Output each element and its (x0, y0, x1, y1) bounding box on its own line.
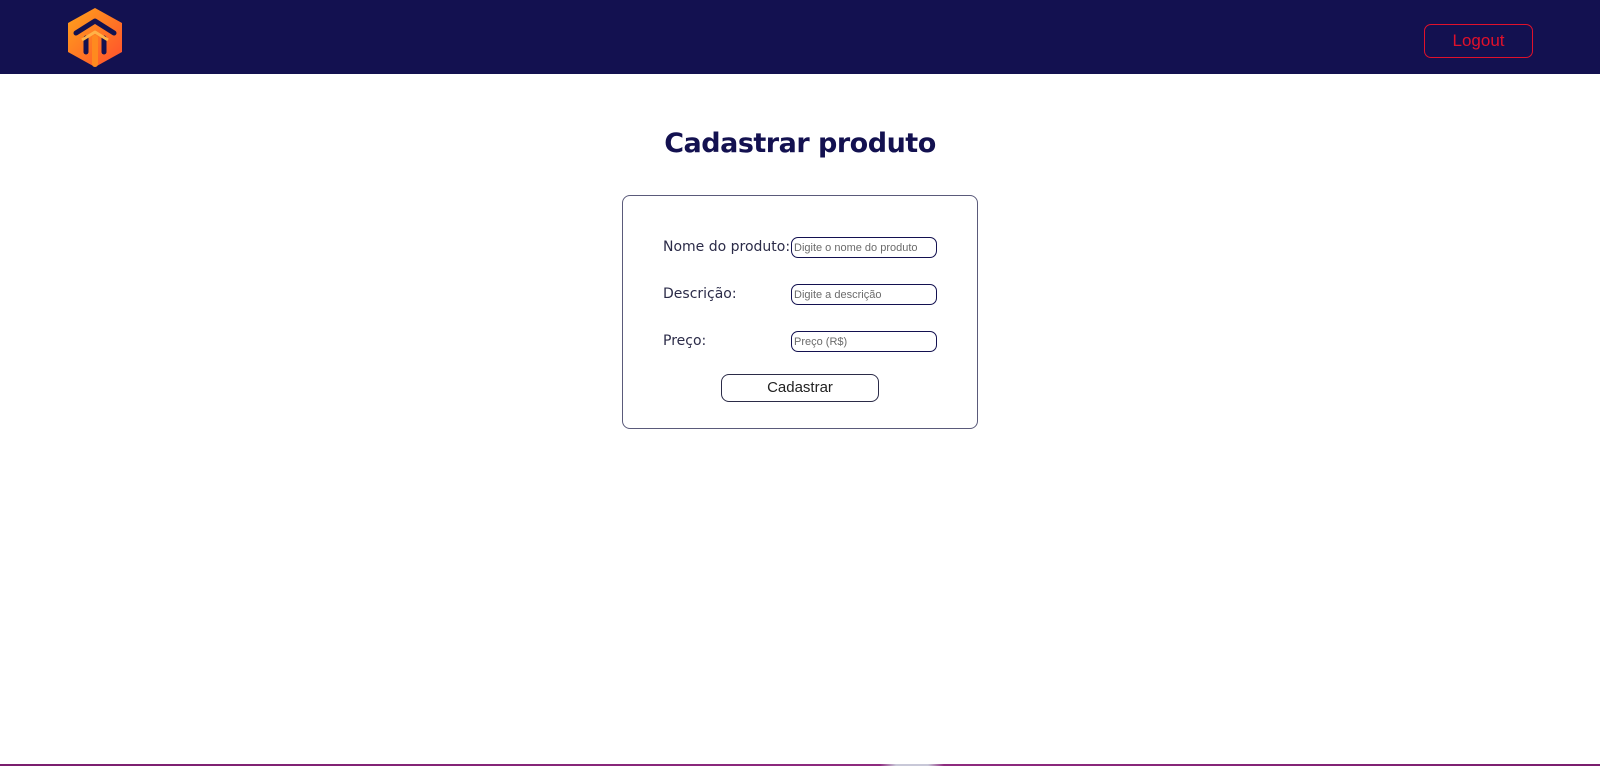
house-cube-logo-icon[interactable] (66, 6, 124, 68)
price-input[interactable] (791, 331, 937, 352)
description-label: Descrição: (663, 286, 737, 302)
description-input[interactable] (791, 284, 937, 305)
price-label: Preço: (663, 333, 707, 349)
top-navbar: Logout (0, 0, 1600, 74)
product-form: Nome do produto: Descrição: Preço: Cadas… (622, 195, 978, 429)
product-name-label: Nome do produto: (663, 239, 791, 255)
product-name-input[interactable] (791, 237, 937, 258)
logout-button[interactable]: Logout (1424, 24, 1533, 58)
page-title: Cadastrar produto (664, 128, 936, 159)
page: Logout Cadastrar produto Nome do produto… (0, 0, 1600, 766)
register-button[interactable]: Cadastrar (721, 374, 879, 402)
